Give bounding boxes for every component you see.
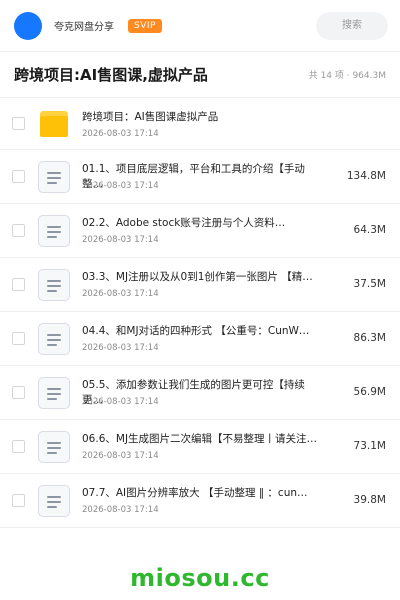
select-checkbox[interactable] <box>12 169 25 183</box>
file-date: 2026-08-03 17:14 <box>82 505 159 515</box>
select-checkbox[interactable] <box>12 439 25 453</box>
select-checkbox[interactable] <box>12 223 25 237</box>
select-checkbox[interactable] <box>12 385 25 399</box>
avatar[interactable] <box>14 11 42 40</box>
file-date: 2026-08-03 17:14 <box>82 181 159 191</box>
file-date: 2026-08-03 17:14 <box>82 397 159 407</box>
brand-name: 夸克网盘分享 <box>54 22 114 33</box>
select-checkbox[interactable] <box>12 493 25 507</box>
document-icon <box>38 484 70 517</box>
file-name: 02.2、Adobe stock账号注册与个人资料… <box>82 217 286 229</box>
list-item[interactable]: 跨境项目：AI售图课虚拟产品 2026-08-03 17:14 <box>0 98 400 150</box>
file-size: 134.8M <box>346 169 386 182</box>
file-size: 39.8M <box>353 493 386 506</box>
file-size: 73.1M <box>353 439 386 452</box>
watermark: miosou.cc <box>130 564 270 592</box>
list-item[interactable]: 06.6、MJ生成图片二次编辑【不易整理丨请关注… 2026-08-03 17:… <box>0 420 400 474</box>
folder-summary: 共 14 项 · 964.3M <box>308 71 386 81</box>
svip-badge: SVIP <box>128 18 162 33</box>
document-icon <box>38 376 70 409</box>
file-name: 03.3、MJ注册以及从0到1创作第一张图片 【精… <box>82 271 313 283</box>
list-item[interactable]: 01.1、项目底层逻辑，平台和工具的介绍【手动整… 2026-08-03 17:… <box>0 150 400 204</box>
file-size: 37.5M <box>353 277 386 290</box>
document-icon <box>38 214 70 247</box>
list-item[interactable]: 05.5、添加参数让我们生成的图片更可控【持续更… 2026-08-03 17:… <box>0 366 400 420</box>
document-icon <box>38 268 70 301</box>
list-item[interactable]: 03.3、MJ注册以及从0到1创作第一张图片 【精… 2026-08-03 17… <box>0 258 400 312</box>
document-icon <box>38 430 70 463</box>
file-date: 2026-08-03 17:14 <box>82 289 159 299</box>
file-date: 2026-08-03 17:14 <box>82 235 159 245</box>
list-item[interactable]: 04.4、和MJ对话的四种形式 【公重号：CunW… 2026-08-03 17… <box>0 312 400 366</box>
search-input[interactable] <box>316 11 388 40</box>
file-date: 2026-08-03 17:14 <box>82 129 159 139</box>
list-item[interactable]: 07.7、AI图片分辨率放大 【手动整理 ‖ ：cun… 2026-08-03 … <box>0 474 400 528</box>
list-item[interactable]: 02.2、Adobe stock账号注册与个人资料… 2026-08-03 17… <box>0 204 400 258</box>
file-size: 56.9M <box>353 385 386 398</box>
document-icon <box>38 160 70 193</box>
folder-title-bar: 跨境项目:AI售图课,虚拟产品 共 14 项 · 964.3M <box>0 52 400 98</box>
file-name: 跨境项目：AI售图课虚拟产品 <box>82 111 219 123</box>
page-title: 跨境项目:AI售图课,虚拟产品 <box>14 66 208 84</box>
folder-icon <box>40 110 68 137</box>
select-checkbox[interactable] <box>12 116 25 130</box>
file-size: 86.3M <box>353 331 386 344</box>
select-checkbox[interactable] <box>12 277 25 291</box>
document-icon <box>38 322 70 355</box>
select-checkbox[interactable] <box>12 331 25 345</box>
file-name: 04.4、和MJ对话的四种形式 【公重号：CunW… <box>82 325 310 337</box>
file-date: 2026-08-03 17:14 <box>82 343 159 353</box>
file-size: 64.3M <box>353 223 386 236</box>
file-name: 07.7、AI图片分辨率放大 【手动整理 ‖ ：cun… <box>82 487 308 499</box>
file-list: 跨境项目：AI售图课虚拟产品 2026-08-03 17:14 01.1、项目底… <box>0 98 400 528</box>
file-date: 2026-08-03 17:14 <box>82 451 159 461</box>
top-bar: 夸克网盘分享 SVIP <box>0 0 400 52</box>
